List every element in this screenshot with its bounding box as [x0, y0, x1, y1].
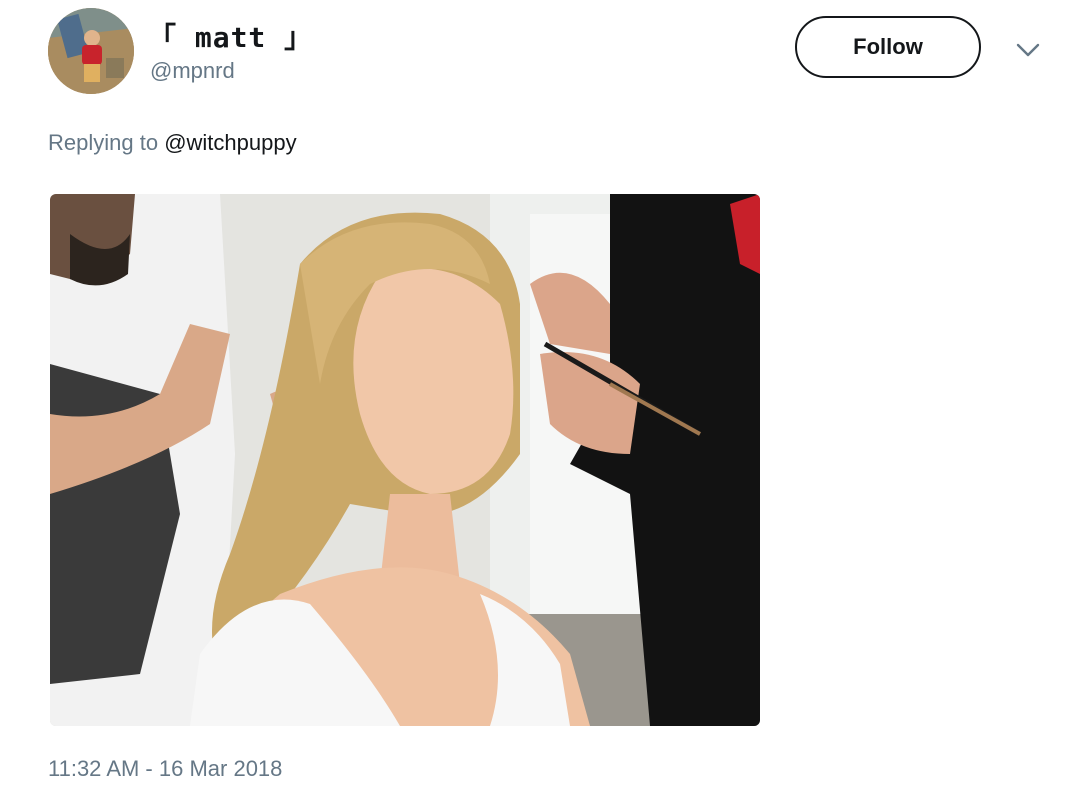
- reply-context: Replying to @witchpuppy: [48, 130, 297, 156]
- avatar[interactable]: [48, 8, 134, 94]
- tweet-photo[interactable]: [50, 194, 760, 726]
- tweet-card: 「 matt 」 @mpnrd Follow Replying to @witc…: [0, 0, 1070, 807]
- user-handle[interactable]: @mpnrd: [150, 58, 235, 84]
- reply-to-link[interactable]: @witchpuppy: [164, 130, 296, 155]
- display-name[interactable]: 「 matt 」: [148, 16, 313, 56]
- follow-button[interactable]: Follow: [795, 16, 981, 78]
- chevron-down-icon[interactable]: [1014, 38, 1042, 62]
- reply-prefix: Replying to: [48, 130, 165, 155]
- timestamp[interactable]: 11:32 AM - 16 Mar 2018: [48, 756, 282, 782]
